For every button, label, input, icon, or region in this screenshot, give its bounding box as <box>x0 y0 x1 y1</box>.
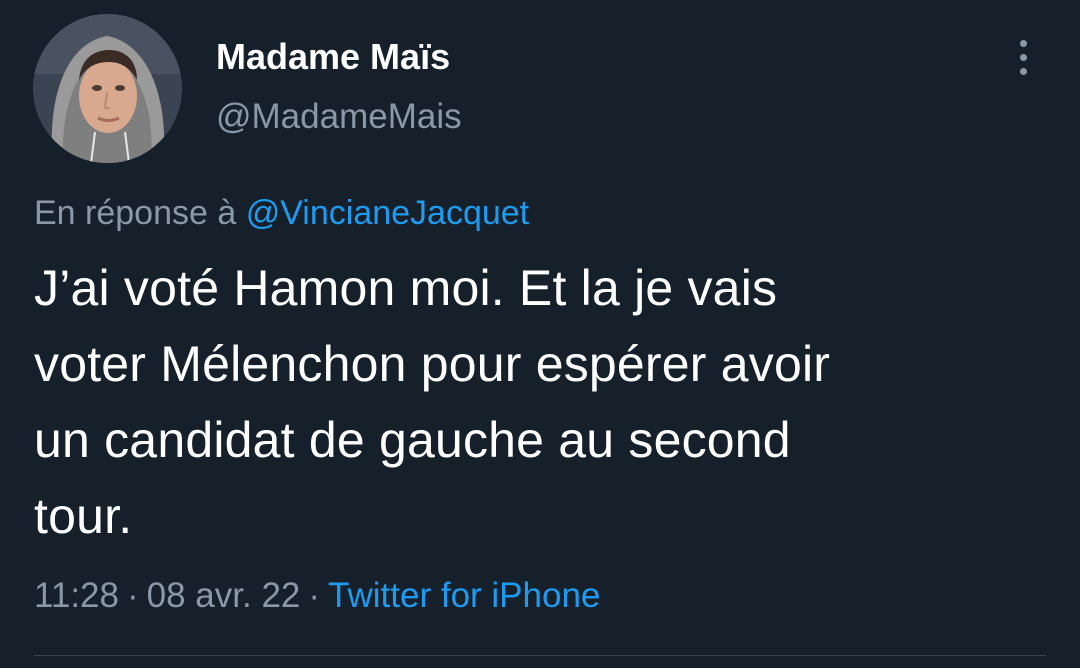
reply-context: En réponse à @VincianeJacquet <box>34 194 529 233</box>
reply-mention-link[interactable]: @VincianeJacquet <box>246 194 529 232</box>
tweet-text-line: un candidat de gauche au second <box>34 412 791 468</box>
more-options-button[interactable] <box>1008 36 1040 80</box>
tweet-date[interactable]: 08 avr. 22 <box>147 576 301 615</box>
tweet-text-line: J’ai voté Hamon moi. Et la je vais <box>34 260 778 316</box>
tweet-time[interactable]: 11:28 <box>34 576 119 615</box>
meta-separator: · <box>308 576 321 615</box>
author-handle[interactable]: @MadameMais <box>216 97 462 137</box>
avatar-image <box>33 14 182 163</box>
avatar[interactable] <box>33 14 182 163</box>
meta-separator: · <box>127 576 139 615</box>
more-vertical-icon <box>1020 68 1027 75</box>
divider <box>34 655 1046 656</box>
reply-prefix: En réponse à <box>34 194 237 232</box>
author-display-name[interactable]: Madame Maïs <box>216 36 450 78</box>
tweet-text-line: tour. <box>34 488 133 544</box>
tweet-text-line: voter Mélenchon pour espérer avoir <box>34 336 831 392</box>
tweet-source-link[interactable]: Twitter for iPhone <box>328 576 600 615</box>
tweet-text: J’ai voté Hamon moi. Et la je vais voter… <box>34 250 1044 554</box>
more-vertical-icon <box>1020 54 1027 61</box>
tweet: Madame Maïs @MadameMais En réponse à @Vi… <box>0 0 1080 668</box>
tweet-meta: 11:28 · 08 avr. 22 · Twitter for iPhone <box>34 576 600 616</box>
more-vertical-icon <box>1020 40 1027 47</box>
